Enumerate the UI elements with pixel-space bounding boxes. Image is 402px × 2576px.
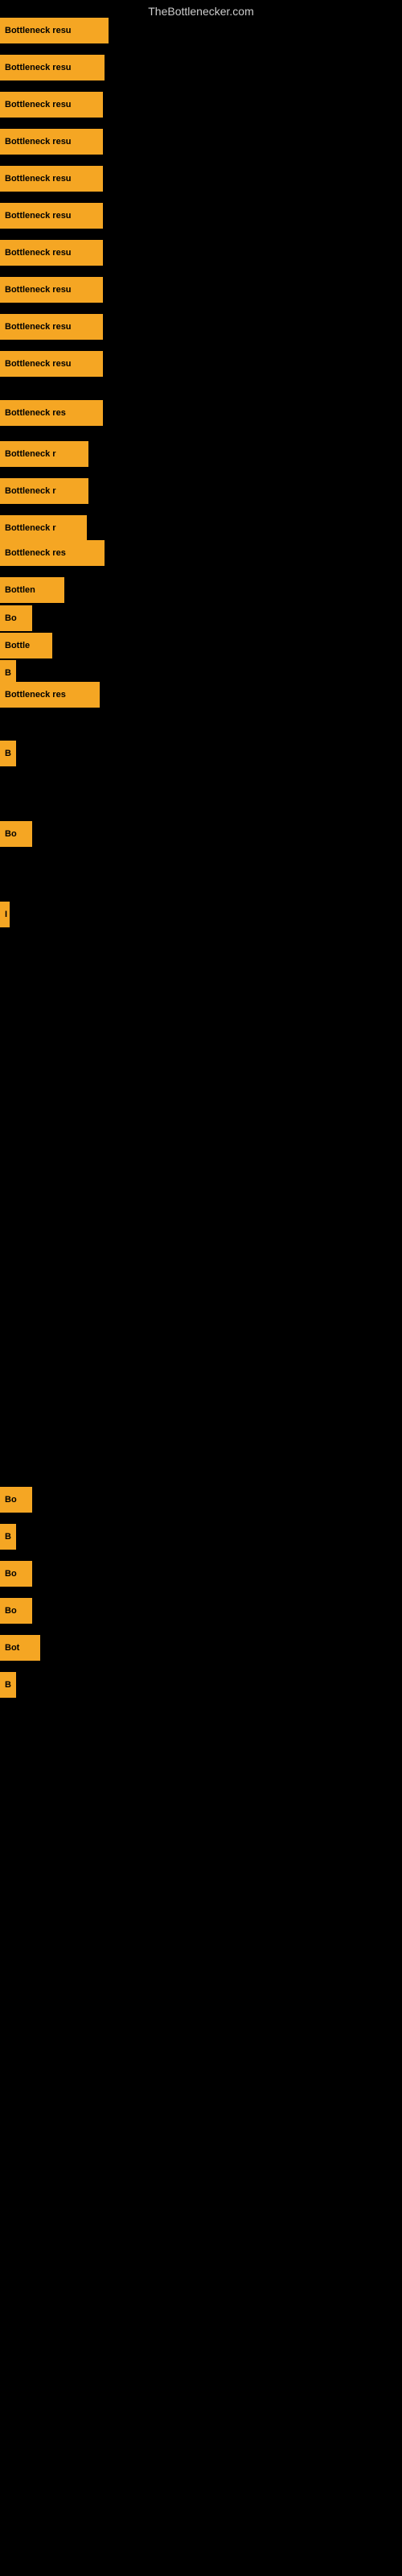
- bar-item: Bottleneck r: [0, 441, 88, 467]
- bar-item: Bottleneck r: [0, 515, 87, 541]
- bar-label: Bottleneck r: [0, 515, 87, 541]
- bar-item: Bottleneck resu: [0, 18, 109, 43]
- bar-item: I: [0, 902, 8, 927]
- bar-label: Bo: [0, 605, 32, 631]
- bar-label: Bottleneck resu: [0, 314, 103, 340]
- bar-label: Bottleneck r: [0, 478, 88, 504]
- bar-item: B: [0, 1672, 16, 1698]
- bar-item: Bot: [0, 1635, 40, 1661]
- bar-label: Bottleneck resu: [0, 203, 103, 229]
- bar-item: B: [0, 741, 16, 766]
- bar-label: Bottleneck resu: [0, 240, 103, 266]
- bar-label: Bottleneck res: [0, 682, 100, 708]
- bar-label: Bottle: [0, 633, 52, 658]
- bar-label: Bottleneck resu: [0, 18, 109, 43]
- bar-label: Bo: [0, 1598, 32, 1624]
- bar-item: Bottlen: [0, 577, 64, 603]
- bar-item: Bottleneck res: [0, 540, 105, 566]
- bar-item: B: [0, 1524, 16, 1550]
- bar-item: Bo: [0, 1598, 32, 1624]
- bar-label: Bottleneck res: [0, 540, 105, 566]
- bar-item: Bottleneck resu: [0, 203, 103, 229]
- bar-item: Bottleneck resu: [0, 351, 103, 377]
- bar-label: Bo: [0, 1487, 32, 1513]
- bar-label: Bottleneck resu: [0, 55, 105, 80]
- bar-item: Bo: [0, 1561, 32, 1587]
- bar-label: I: [0, 902, 10, 927]
- bar-label: Bottleneck resu: [0, 92, 103, 118]
- bar-label: Bottleneck resu: [0, 351, 103, 377]
- bar-label: Bottleneck resu: [0, 129, 103, 155]
- bar-item: Bottleneck resu: [0, 277, 103, 303]
- bar-label: Bottleneck resu: [0, 277, 103, 303]
- bar-item: Bottleneck resu: [0, 55, 105, 80]
- bar-item: Bottleneck resu: [0, 166, 103, 192]
- bar-label: Bot: [0, 1635, 40, 1661]
- bar-item: Bottleneck resu: [0, 240, 103, 266]
- bar-item: Bottleneck resu: [0, 129, 103, 155]
- bar-item: Bottleneck resu: [0, 92, 103, 118]
- bar-item: Bottleneck res: [0, 400, 103, 426]
- bar-label: B: [0, 1524, 16, 1550]
- bar-label: Bottleneck res: [0, 400, 103, 426]
- bar-label: B: [0, 741, 16, 766]
- bar-label: Bo: [0, 821, 32, 847]
- bar-item: Bottleneck res: [0, 682, 100, 708]
- bar-item: Bottle: [0, 633, 52, 658]
- bar-item: Bo: [0, 1487, 32, 1513]
- bar-label: Bottlen: [0, 577, 64, 603]
- bar-item: Bo: [0, 821, 32, 847]
- bar-item: Bo: [0, 605, 32, 631]
- bar-label: Bottleneck resu: [0, 166, 103, 192]
- bar-label: B: [0, 1672, 16, 1698]
- bar-label: Bottleneck r: [0, 441, 88, 467]
- bar-label: Bo: [0, 1561, 32, 1587]
- bar-item: Bottleneck resu: [0, 314, 103, 340]
- bar-item: Bottleneck r: [0, 478, 88, 504]
